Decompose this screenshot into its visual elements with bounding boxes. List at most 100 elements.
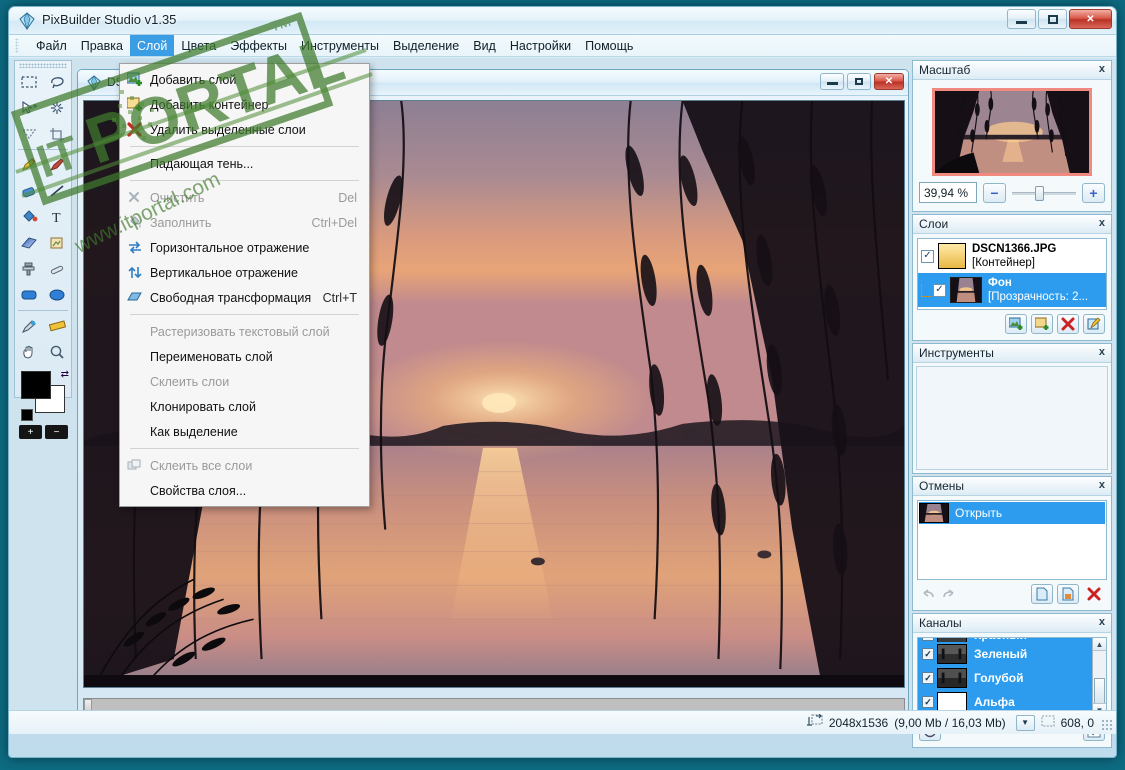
- history-list[interactable]: Открыть: [917, 500, 1107, 580]
- menu-item-merge-all-layers[interactable]: Склеить все слои: [120, 453, 369, 478]
- zoom-tool[interactable]: [43, 339, 71, 365]
- menu-item-drop-shadow[interactable]: Падающая тень...: [120, 151, 369, 176]
- chevron-down-icon[interactable]: ▼: [1015, 714, 1035, 731]
- foreground-color-swatch[interactable]: [21, 371, 51, 399]
- channel-visibility-checkbox[interactable]: ✓: [922, 696, 934, 708]
- menu-settings[interactable]: Настройки: [503, 35, 578, 56]
- menu-item-clear[interactable]: Очистить Del: [120, 185, 369, 210]
- panel-tools-close-icon[interactable]: x: [1099, 346, 1105, 358]
- menu-drag-grip[interactable]: [15, 38, 19, 53]
- menu-item-free-transform[interactable]: Свободная трансформация Ctrl+T: [120, 285, 369, 310]
- list-item[interactable]: Открыть: [919, 502, 1105, 524]
- list-item[interactable]: ✓ Зеленый: [918, 642, 1106, 666]
- menu-view[interactable]: Вид: [466, 35, 503, 56]
- paint-bucket-tool[interactable]: [15, 204, 43, 230]
- menu-item-rename-layer[interactable]: Переименовать слой: [120, 344, 369, 369]
- zoom-value-input[interactable]: 39,94 %: [919, 182, 977, 203]
- layer-visibility-checkbox[interactable]: ✓: [933, 283, 946, 297]
- menu-file[interactable]: Файл: [29, 35, 74, 56]
- layer-menu-dropdown[interactable]: Добавить слой Добавить контейнер Удалить…: [119, 63, 370, 507]
- close-button[interactable]: ✕: [1069, 9, 1112, 29]
- channel-visibility-checkbox[interactable]: ✓: [922, 672, 934, 684]
- channel-visibility-checkbox[interactable]: ✓: [922, 648, 934, 660]
- lasso-select-tool[interactable]: [43, 69, 71, 95]
- delete-layer-button[interactable]: [1057, 314, 1079, 334]
- zoom-slider[interactable]: [1012, 183, 1076, 203]
- toolbox-drag-grip[interactable]: [19, 63, 67, 68]
- magic-wand-tool[interactable]: [43, 95, 71, 121]
- menu-item-flip-vertical[interactable]: Вертикальное отражение: [120, 260, 369, 285]
- measure-tool[interactable]: [43, 313, 71, 339]
- menu-item-fill[interactable]: Заполнить Ctrl+Del: [120, 210, 369, 235]
- rectangular-select-tool[interactable]: [15, 69, 43, 95]
- document-minimize-button[interactable]: [820, 73, 844, 90]
- ellipse-tool[interactable]: [43, 282, 71, 308]
- panel-zoom-close-icon[interactable]: x: [1099, 63, 1105, 75]
- menu-item-delete-selected-layers[interactable]: Удалить выделенные слои: [120, 117, 369, 142]
- eyedropper-tool[interactable]: [15, 313, 43, 339]
- text-tool[interactable]: T: [43, 204, 71, 230]
- table-row[interactable]: ✓ Фон [Прозрачность: 2...: [918, 273, 1106, 307]
- maximize-button[interactable]: [1038, 9, 1067, 29]
- menu-help[interactable]: Помощь: [578, 35, 640, 56]
- save-state-button[interactable]: [1057, 584, 1079, 604]
- layer-properties-button[interactable]: [1083, 314, 1105, 334]
- menu-item-clone-layer[interactable]: Клонировать слой: [120, 394, 369, 419]
- channels-list[interactable]: ✓ Красный ✓ Зеленый: [917, 637, 1107, 717]
- channels-scrollbar[interactable]: ▲ ▼: [1092, 638, 1106, 716]
- menu-item-flip-horizontal[interactable]: Горизонтальное отражение: [120, 235, 369, 260]
- channel-visibility-checkbox[interactable]: ✓: [922, 638, 934, 641]
- add-color-button[interactable]: +: [19, 425, 42, 439]
- table-row[interactable]: ✓ DSCN1366.JPG [Контейнер]: [918, 239, 1106, 273]
- add-layer-button[interactable]: [1005, 314, 1027, 334]
- gradient-tool[interactable]: [15, 230, 43, 256]
- new-snapshot-button[interactable]: [1031, 584, 1053, 604]
- pencil-tool[interactable]: [15, 152, 43, 178]
- menu-item-rasterize-text-layer[interactable]: Растеризовать текстовый слой: [120, 319, 369, 344]
- move-tool[interactable]: [15, 95, 43, 121]
- add-folder-button[interactable]: [1031, 314, 1053, 334]
- zoom-out-button[interactable]: −: [983, 182, 1006, 203]
- menu-item-add-layer[interactable]: Добавить слой: [120, 67, 369, 92]
- line-tool[interactable]: [43, 178, 71, 204]
- hand-tool[interactable]: [15, 339, 43, 365]
- delete-state-button[interactable]: [1083, 584, 1105, 604]
- polygon-select-tool[interactable]: [15, 121, 43, 147]
- layers-list[interactable]: ✓ DSCN1366.JPG [Контейнер] ✓ Фон [Прозра…: [917, 238, 1107, 310]
- tool-options-area[interactable]: [916, 366, 1108, 470]
- clone-stamp-tool[interactable]: [15, 256, 43, 282]
- zoom-slider-knob[interactable]: [1035, 185, 1045, 201]
- color-swatches[interactable]: ⇄: [21, 369, 69, 421]
- swap-colors-icon[interactable]: ⇄: [61, 369, 69, 380]
- menu-selection[interactable]: Выделение: [386, 35, 466, 56]
- menu-item-add-container[interactable]: Добавить контейнер: [120, 92, 369, 117]
- menu-edit[interactable]: Правка: [74, 35, 130, 56]
- redo-button[interactable]: [936, 584, 958, 604]
- panel-undo-close-icon[interactable]: x: [1099, 479, 1105, 491]
- panel-channels-close-icon[interactable]: x: [1099, 616, 1105, 628]
- zoom-in-button[interactable]: +: [1082, 182, 1105, 203]
- document-maximize-button[interactable]: [847, 73, 871, 90]
- menu-layer[interactable]: Слой: [129, 35, 175, 56]
- zoom-thumbnail[interactable]: [932, 88, 1092, 176]
- list-item[interactable]: ✓ Голубой: [918, 666, 1106, 690]
- menu-effects[interactable]: Эффекты: [223, 35, 294, 56]
- menu-item-merge-layers[interactable]: Склеить слои: [120, 369, 369, 394]
- layer-visibility-checkbox[interactable]: ✓: [921, 249, 934, 263]
- menu-tools[interactable]: Инструменты: [294, 35, 386, 56]
- brush-tool[interactable]: [43, 152, 71, 178]
- blur-tool[interactable]: [43, 256, 71, 282]
- remove-color-button[interactable]: −: [45, 425, 68, 439]
- minimize-button[interactable]: [1007, 9, 1036, 29]
- resize-grip[interactable]: [1101, 719, 1113, 731]
- menu-item-layer-properties[interactable]: Свойства слоя...: [120, 478, 369, 503]
- menu-colors[interactable]: Цвета: [174, 35, 223, 56]
- panel-layers-close-icon[interactable]: x: [1099, 217, 1105, 229]
- scrollbar-thumb[interactable]: [1094, 678, 1105, 704]
- document-close-button[interactable]: ✕: [874, 73, 904, 90]
- rounded-rectangle-tool[interactable]: [15, 282, 43, 308]
- eraser-tool[interactable]: [15, 178, 43, 204]
- menu-item-as-selection[interactable]: Как выделение: [120, 419, 369, 444]
- scroll-up-arrow[interactable]: ▲: [1093, 638, 1106, 651]
- crop-tool[interactable]: [43, 121, 71, 147]
